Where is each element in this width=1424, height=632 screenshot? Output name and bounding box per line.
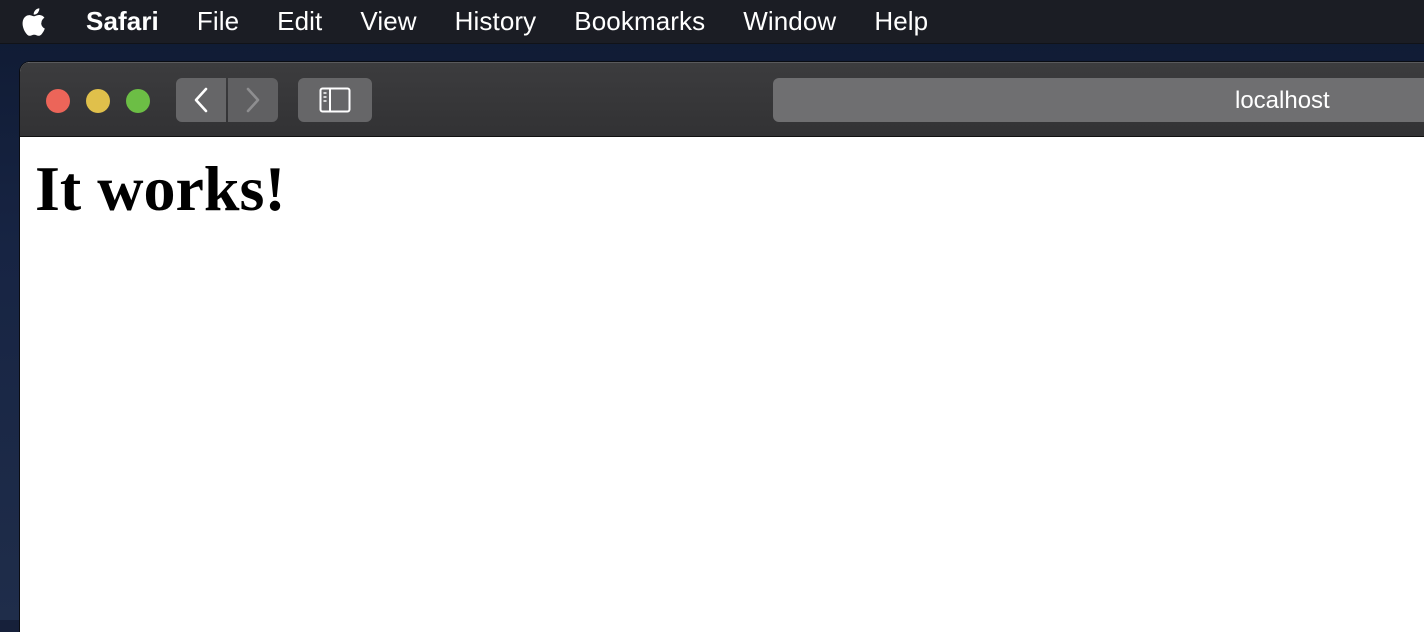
chevron-left-icon xyxy=(191,86,211,114)
menu-bookmarks[interactable]: Bookmarks xyxy=(574,6,705,37)
safari-window: localhost It works! xyxy=(20,62,1424,632)
minimize-window-button[interactable] xyxy=(86,89,110,113)
menu-help[interactable]: Help xyxy=(874,6,928,37)
chevron-right-icon xyxy=(243,86,263,114)
web-page-content: It works! xyxy=(20,137,1424,632)
browser-toolbar: localhost xyxy=(20,62,1424,137)
address-bar-url: localhost xyxy=(1235,87,1330,115)
maximize-window-button[interactable] xyxy=(126,89,150,113)
menu-view[interactable]: View xyxy=(360,6,416,37)
menu-bar: Safari File Edit View History Bookmarks … xyxy=(0,0,1424,44)
apple-menu[interactable] xyxy=(19,7,47,37)
forward-button[interactable] xyxy=(228,78,278,122)
menu-app-safari[interactable]: Safari xyxy=(86,6,159,37)
menu-history[interactable]: History xyxy=(455,6,537,37)
address-bar[interactable]: localhost xyxy=(773,78,1424,122)
close-window-button[interactable] xyxy=(46,89,70,113)
sidebar-icon xyxy=(319,87,351,113)
page-heading: It works! xyxy=(35,157,286,221)
menu-window[interactable]: Window xyxy=(743,6,836,37)
apple-icon xyxy=(20,7,46,37)
back-button[interactable] xyxy=(176,78,226,122)
menu-edit[interactable]: Edit xyxy=(277,6,322,37)
menu-file[interactable]: File xyxy=(197,6,239,37)
show-sidebar-button[interactable] xyxy=(298,78,372,122)
